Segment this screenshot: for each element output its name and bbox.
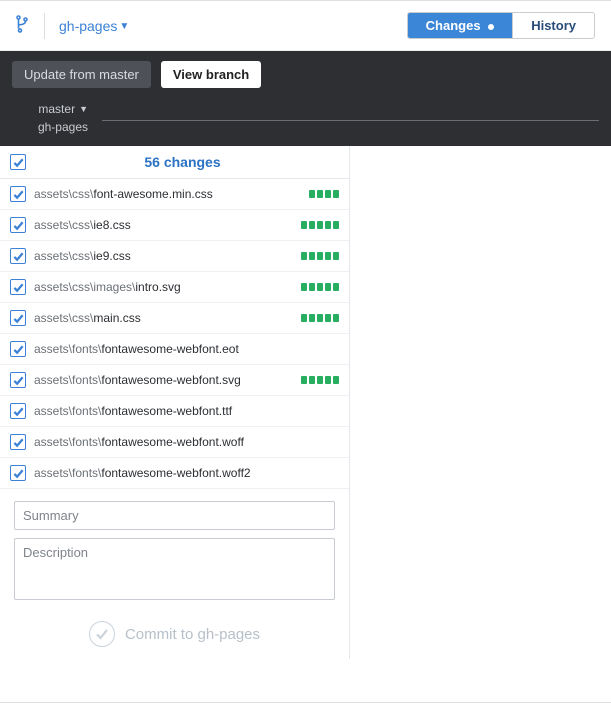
main-panel: 56 changes assets\css\font-awesome.min.c…: [0, 146, 611, 659]
file-path: assets\css\ie9.css: [34, 249, 293, 263]
file-path: assets\css\font-awesome.min.css: [34, 187, 301, 201]
compare-head-label: gh-pages: [12, 120, 88, 134]
diff-indicator: [301, 283, 339, 291]
changes-panel: 56 changes assets\css\font-awesome.min.c…: [0, 146, 350, 659]
diff-indicator: [301, 252, 339, 260]
branch-selector[interactable]: gh-pages ▼: [59, 18, 129, 34]
file-row[interactable]: assets\css\images\intro.svg: [0, 272, 349, 303]
file-row[interactable]: assets\css\ie8.css: [0, 210, 349, 241]
update-from-master-button[interactable]: Update from master: [12, 61, 151, 88]
select-all-checkbox[interactable]: [10, 154, 26, 170]
tab-history[interactable]: History: [512, 13, 594, 38]
summary-input[interactable]: [14, 501, 335, 530]
file-row[interactable]: assets\fonts\fontawesome-webfont.eot: [0, 334, 349, 365]
file-checkbox[interactable]: [10, 217, 26, 233]
caret-down-icon: ▼: [79, 104, 88, 114]
file-row[interactable]: assets\fonts\fontawesome-webfont.svg: [0, 365, 349, 396]
tab-changes-label: Changes: [426, 18, 481, 33]
file-checkbox[interactable]: [10, 434, 26, 450]
compare-base-label: master: [38, 102, 75, 116]
tab-changes[interactable]: Changes: [408, 13, 513, 38]
file-checkbox[interactable]: [10, 186, 26, 202]
caret-down-icon: ▼: [119, 21, 129, 32]
view-toggle: Changes History: [407, 12, 595, 39]
file-path: assets\css\ie8.css: [34, 218, 293, 232]
branch-icon: [16, 15, 30, 36]
branch-compare: master ▼ gh-pages: [12, 102, 88, 134]
changes-header: 56 changes: [0, 146, 349, 179]
branch-name: gh-pages: [59, 18, 117, 34]
commit-button-label: Commit to gh-pages: [125, 626, 260, 643]
commit-form: Commit to gh-pages: [0, 489, 349, 659]
view-branch-button[interactable]: View branch: [161, 61, 261, 88]
file-row[interactable]: assets\css\font-awesome.min.css: [0, 179, 349, 210]
timeline-line: [102, 120, 599, 121]
file-row[interactable]: assets\css\ie9.css: [0, 241, 349, 272]
file-checkbox[interactable]: [10, 279, 26, 295]
check-circle-icon: [89, 621, 115, 647]
diff-indicator: [301, 376, 339, 384]
file-path: assets\fonts\fontawesome-webfont.svg: [34, 373, 293, 387]
file-row[interactable]: assets\fonts\fontawesome-webfont.woff2: [0, 458, 349, 489]
diff-indicator: [309, 190, 339, 198]
file-path: assets\fonts\fontawesome-webfont.ttf: [34, 404, 331, 418]
description-input[interactable]: [14, 538, 335, 600]
file-checkbox[interactable]: [10, 372, 26, 388]
file-list: assets\css\font-awesome.min.css assets\cs…: [0, 179, 349, 489]
branch-toolbar: Update from master View branch master ▼ …: [0, 51, 611, 146]
changes-count: 56 changes: [26, 154, 339, 170]
file-path: assets\css\images\intro.svg: [34, 280, 293, 294]
file-checkbox[interactable]: [10, 465, 26, 481]
file-path: assets\fonts\fontawesome-webfont.eot: [34, 342, 331, 356]
file-path: assets\fonts\fontawesome-webfont.woff2: [34, 466, 331, 480]
file-checkbox[interactable]: [10, 341, 26, 357]
divider: [44, 13, 45, 39]
file-path: assets\css\main.css: [34, 311, 293, 325]
file-path: assets\fonts\fontawesome-webfont.woff: [34, 435, 331, 449]
changes-indicator-dot: [488, 24, 494, 30]
file-checkbox[interactable]: [10, 248, 26, 264]
file-row[interactable]: assets\fonts\fontawesome-webfont.woff: [0, 427, 349, 458]
file-checkbox[interactable]: [10, 403, 26, 419]
topbar: gh-pages ▼ Changes History: [0, 1, 611, 51]
file-row[interactable]: assets\fonts\fontawesome-webfont.ttf: [0, 396, 349, 427]
app-window: gh-pages ▼ Changes History Update from m…: [0, 0, 611, 703]
file-row[interactable]: assets\css\main.css: [0, 303, 349, 334]
diff-indicator: [301, 221, 339, 229]
commit-button[interactable]: Commit to gh-pages: [14, 621, 335, 647]
file-checkbox[interactable]: [10, 310, 26, 326]
diff-indicator: [301, 314, 339, 322]
